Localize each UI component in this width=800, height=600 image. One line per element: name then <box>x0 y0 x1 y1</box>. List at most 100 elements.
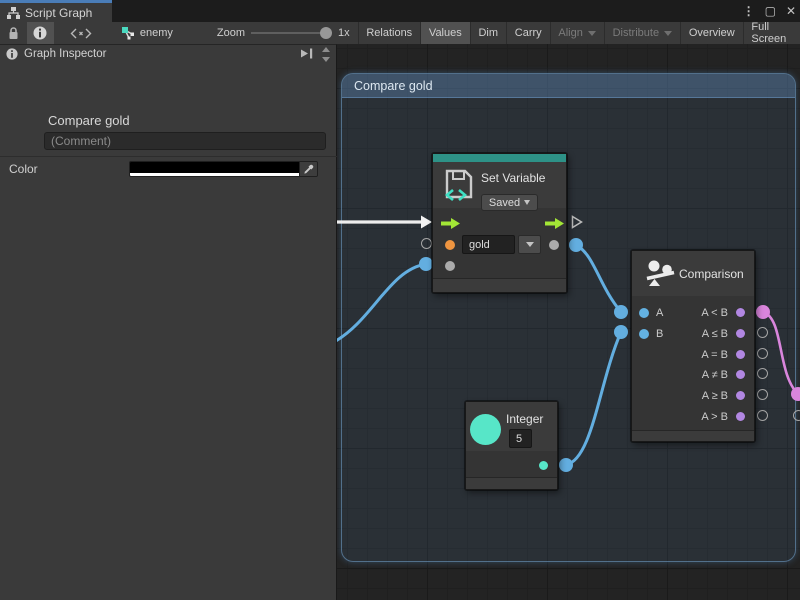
variable-name-dropdown[interactable] <box>518 235 541 254</box>
output-port[interactable] <box>736 412 745 421</box>
wire-flow-arrowhead <box>421 216 432 229</box>
input-a-label: A <box>656 307 663 319</box>
overview-button[interactable]: Overview <box>681 22 743 44</box>
maximize-icon[interactable]: ▢ <box>765 5 776 17</box>
node-header[interactable]: Comparison <box>632 251 754 296</box>
input-a-port[interactable] <box>639 308 649 318</box>
save-variable-icon <box>443 168 475 204</box>
dim-button[interactable]: Dim <box>470 22 506 44</box>
distribute-dropdown[interactable]: Distribute <box>605 22 680 44</box>
unconnected-port[interactable] <box>793 410 800 421</box>
dock-panel-icon[interactable] <box>300 48 314 59</box>
chevron-down-icon <box>524 200 530 205</box>
chevron-down-icon <box>526 242 534 247</box>
wire-setvar-to-a[interactable] <box>576 245 621 312</box>
node-set-variable[interactable]: Set Variable Saved gold <box>432 153 567 293</box>
comparison-icon <box>645 259 676 288</box>
lock-button[interactable] <box>0 22 27 44</box>
scroll-up-icon[interactable] <box>322 47 330 52</box>
lock-icon <box>8 27 19 40</box>
flow-out-port[interactable] <box>545 218 564 229</box>
variable-accent-bar <box>433 154 566 162</box>
unconnected-port[interactable] <box>757 368 768 379</box>
input-b-port[interactable] <box>639 329 649 339</box>
unconnected-port[interactable] <box>757 348 768 359</box>
carry-button[interactable]: Carry <box>507 22 550 44</box>
fullscreen-button[interactable]: Full Screen <box>743 22 800 44</box>
align-label: Align <box>558 27 582 39</box>
wire-comparison-out[interactable] <box>763 312 798 394</box>
wire-integer-to-b[interactable] <box>566 332 621 465</box>
zoom-slider[interactable] <box>251 32 330 34</box>
unconnected-port[interactable] <box>421 238 432 249</box>
unconnected-port[interactable] <box>757 410 768 421</box>
scroll-down-icon[interactable] <box>322 57 330 62</box>
wire-endpoint[interactable] <box>569 238 583 252</box>
output-label: A ≠ B <box>702 369 728 381</box>
integer-out-port[interactable] <box>539 461 548 470</box>
graph-name-label: enemy <box>140 27 173 39</box>
close-icon[interactable]: ✕ <box>786 5 796 17</box>
output-port[interactable] <box>736 350 745 359</box>
distribute-label: Distribute <box>613 27 659 39</box>
tab-bar: Script Graph ⋮ ▢ ✕ <box>0 0 800 22</box>
inspector-header: Graph Inspector <box>0 45 336 63</box>
color-field[interactable] <box>129 161 318 177</box>
graph-reference[interactable]: enemy <box>113 22 181 44</box>
eyedropper-button[interactable] <box>299 162 317 176</box>
node-title: Set Variable <box>481 171 545 185</box>
graph-node-icon <box>121 26 135 40</box>
relations-button[interactable]: Relations <box>358 22 420 44</box>
node-footer <box>466 477 557 489</box>
align-dropdown[interactable]: Align <box>550 22 603 44</box>
output-label: A ≤ B <box>702 328 728 340</box>
zoom-value: 1x <box>336 22 358 44</box>
output-label: A = B <box>701 349 728 361</box>
wire-endpoint[interactable] <box>614 325 628 339</box>
integer-value-field[interactable]: 5 <box>509 429 532 448</box>
output-port[interactable] <box>736 391 745 400</box>
graph-canvas[interactable]: Compare gold <box>337 44 800 600</box>
graph-title: Compare gold <box>48 113 130 128</box>
variable-name-port[interactable] <box>445 240 455 250</box>
output-port[interactable] <box>736 370 745 379</box>
variable-kind-dropdown[interactable]: Saved <box>481 194 538 211</box>
node-header[interactable]: Integer 5 <box>466 402 557 451</box>
wire-endpoint[interactable] <box>756 305 770 319</box>
info-icon <box>6 48 18 60</box>
wire-endpoint[interactable] <box>559 458 573 472</box>
zoom-slider-handle[interactable] <box>320 27 332 39</box>
inspector-toggle-button[interactable] <box>27 22 54 44</box>
value-in-port[interactable] <box>445 261 455 271</box>
flow-out-target-port[interactable] <box>571 215 583 229</box>
node-comparison[interactable]: Comparison A B A < B A ≤ B A = B A ≠ B A… <box>631 250 755 442</box>
wire-endpoint[interactable] <box>419 257 433 271</box>
unconnected-port[interactable] <box>757 389 768 400</box>
wire-endpoint[interactable] <box>614 305 628 319</box>
chevron-down-icon <box>664 31 672 36</box>
output-label: A ≥ B <box>702 390 728 402</box>
comment-input[interactable] <box>44 132 326 150</box>
chevron-down-icon <box>588 31 596 36</box>
color-label: Color <box>9 162 38 176</box>
window-menu-icon[interactable]: ⋮ <box>743 5 755 17</box>
tab-script-graph[interactable]: Script Graph <box>0 0 112 22</box>
panel-scroll-spinner[interactable] <box>320 47 332 62</box>
info-icon <box>33 26 47 40</box>
color-swatch[interactable] <box>130 162 299 176</box>
code-view-button[interactable] <box>68 22 95 44</box>
variable-name-field[interactable]: gold <box>462 235 515 254</box>
value-out-port[interactable] <box>549 240 559 250</box>
node-header[interactable]: Set Variable Saved <box>433 162 566 208</box>
values-button[interactable]: Values <box>421 22 470 44</box>
output-port[interactable] <box>736 329 745 338</box>
unconnected-port[interactable] <box>757 327 768 338</box>
node-title: Comparison <box>679 267 744 281</box>
node-integer[interactable]: Integer 5 <box>465 401 558 490</box>
toolbar-right-group: Relations Values Dim Carry Align Distrib… <box>358 22 800 44</box>
output-port[interactable] <box>736 308 745 317</box>
graph-toolbar: enemy Zoom 1x Relations Values Dim Carry… <box>0 22 800 44</box>
alpha-bar <box>130 173 299 176</box>
flow-in-port[interactable] <box>441 218 460 229</box>
wire-blue-left[interactable] <box>337 264 426 342</box>
